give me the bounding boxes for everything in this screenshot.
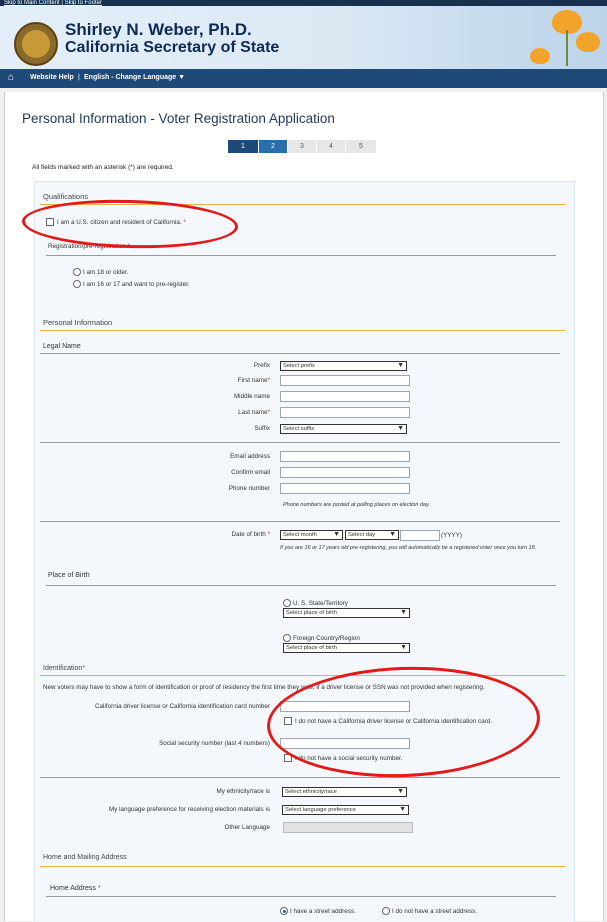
year-input[interactable] [400, 530, 440, 541]
first-name-label: First name* [237, 377, 270, 384]
age-18-radio[interactable] [73, 268, 81, 276]
foreign-country-radio[interactable] [283, 634, 291, 642]
dob-label: Date of birth * [231, 531, 270, 538]
month-select[interactable]: Select month ▼ [280, 530, 343, 540]
other-language-label: Other Language [224, 824, 270, 831]
street-address-label: I have a street address. [290, 908, 356, 915]
first-name-input[interactable] [280, 375, 410, 386]
poppy-icon [530, 48, 550, 64]
dob-note: If you are 16 or 17 years old pre-regist… [280, 545, 537, 551]
preregister-radio[interactable] [73, 280, 81, 288]
confirm-email-input[interactable] [280, 467, 410, 478]
other-language-input[interactable] [283, 822, 413, 833]
qualifications-heading: Qualifications [43, 192, 89, 201]
chevron-down-icon: ▼ [400, 609, 407, 616]
step-2: 2 [259, 140, 287, 153]
step-1: 1 [228, 140, 258, 153]
language-label: My language preference for receiving ele… [108, 806, 270, 813]
progress-steps: 1 2 3 4 5 [228, 140, 378, 153]
foreign-country-label: Foreign Country/Region [293, 635, 360, 642]
language-select[interactable]: Select language preference ▼ [282, 805, 409, 815]
suffix-select[interactable]: Select suffix ▼ [280, 424, 407, 434]
step-5: 5 [346, 140, 376, 153]
year-hint: (YYYY) [441, 532, 462, 539]
place-of-birth-heading: Place of Birth [48, 572, 90, 579]
change-language-link[interactable]: English - Change Language ▼ [84, 74, 185, 81]
office-title: California Secretary of State [65, 39, 280, 56]
ssn-label: Social security number (last 4 numbers) [159, 740, 270, 747]
ethnicity-select[interactable]: Select ethnicity/race ▼ [282, 787, 407, 797]
age-18-label: I am 18 or older. [83, 269, 129, 276]
email-label: Email address [230, 453, 270, 460]
chevron-down-icon: ▼ [399, 806, 406, 813]
legal-name-heading: Legal Name [43, 343, 81, 350]
chevron-down-icon: ▼ [397, 362, 404, 369]
street-address-radio[interactable] [280, 907, 288, 915]
state-seal-logo [14, 22, 58, 66]
page-title: Personal Information - Voter Registratio… [22, 111, 335, 126]
poppy-icon [576, 32, 600, 52]
middle-name-input[interactable] [280, 391, 410, 402]
step-4: 4 [317, 140, 345, 153]
home-address-heading: Home Address * [50, 885, 101, 892]
confirm-email-label: Confirm email [231, 469, 270, 476]
last-name-label: Last name* [238, 409, 270, 416]
chevron-down-icon: ▼ [333, 531, 340, 538]
middle-name-label: Middle name [233, 393, 270, 400]
phone-note: Phone numbers are posted at polling plac… [283, 502, 430, 508]
preregister-label: I am 16 or 17 and want to pre-register. [83, 281, 190, 288]
email-input[interactable] [280, 451, 410, 462]
website-help-link[interactable]: Website Help [30, 74, 74, 81]
day-select[interactable]: Select day ▼ [345, 530, 399, 540]
official-name: Shirley N. Weber, Ph.D. [65, 20, 252, 39]
suffix-label: Suffix [254, 425, 270, 432]
us-state-radio[interactable] [283, 599, 291, 607]
no-street-address-label: I do not have a street address. [392, 908, 478, 915]
required-note: All fields marked with an asterisk (*) a… [32, 164, 174, 171]
no-street-address-radio[interactable] [382, 907, 390, 915]
drivers-license-label: California driver license or California … [95, 703, 270, 710]
header-banner: Shirley N. Weber, Ph.D. California Secre… [0, 6, 607, 69]
phone-input[interactable] [280, 483, 410, 494]
prefix-select[interactable]: Select prefix ▼ [280, 361, 407, 371]
foreign-birthplace-select[interactable]: Select place of birth ▼ [283, 643, 410, 653]
identification-heading: Identification* [43, 665, 86, 672]
prefix-label: Prefix [253, 362, 270, 369]
top-nav: ⌂ Website Help | English - Change Langua… [0, 69, 607, 88]
personal-info-heading: Personal Information [43, 318, 113, 327]
us-state-label: U. S. State/Territory [293, 600, 348, 607]
us-birthplace-select[interactable]: Select place of birth ▼ [283, 608, 410, 618]
address-heading: Home and Mailing Address [43, 854, 127, 861]
chevron-down-icon: ▼ [397, 788, 404, 795]
ethnicity-label: My ethnicity/race is [216, 788, 270, 795]
home-icon[interactable]: ⌂ [8, 72, 14, 83]
chevron-down-icon: ▼ [400, 644, 407, 651]
last-name-input[interactable] [280, 407, 410, 418]
chevron-down-icon: ▼ [389, 531, 396, 538]
step-3: 3 [288, 140, 316, 153]
chevron-down-icon: ▼ [397, 425, 404, 432]
phone-label: Phone number [228, 485, 270, 492]
